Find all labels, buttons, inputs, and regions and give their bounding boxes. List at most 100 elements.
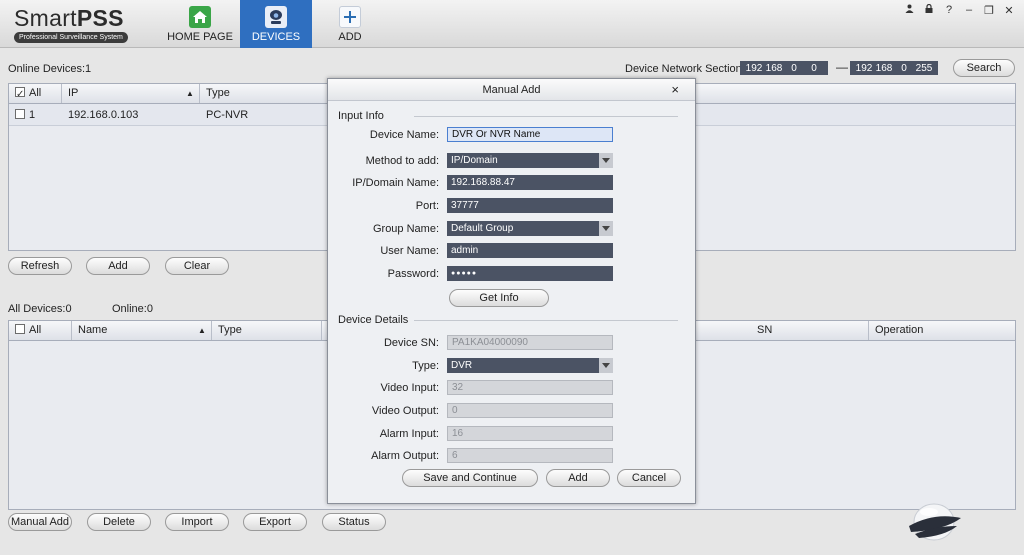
column-name[interactable]: Name ▲ — [72, 321, 212, 340]
sort-asc-icon: ▲ — [198, 326, 206, 335]
chevron-down-icon[interactable] — [599, 221, 613, 236]
lock-icon[interactable] — [924, 3, 934, 17]
column-all[interactable]: All — [9, 84, 62, 104]
video-output-field: 0 — [447, 403, 613, 418]
dialog-title-bar: Manual Add × — [328, 79, 695, 101]
tab-home-page[interactable]: HOME PAGE — [164, 0, 236, 48]
column-sn[interactable]: SN — [751, 321, 869, 340]
ip-end-octet: 192 — [855, 62, 873, 74]
network-section-label: Device Network Section: — [625, 63, 745, 75]
alarm-input-field: 16 — [447, 426, 613, 441]
tab-devices-label: DEVICES — [251, 31, 301, 43]
clear-button[interactable]: Clear — [165, 257, 229, 275]
row-checkbox[interactable] — [15, 109, 25, 119]
user-name-label: User Name: — [380, 245, 439, 257]
user-name-input[interactable]: admin — [447, 243, 613, 258]
tab-home-page-label: HOME PAGE — [167, 31, 233, 43]
delete-button[interactable]: Delete — [87, 513, 151, 531]
video-output-label: Video Output: — [371, 405, 439, 417]
manual-add-button[interactable]: Manual Add — [8, 513, 72, 531]
type-select: DVR — [447, 358, 613, 373]
online-devices-count: Online Devices:1 — [8, 63, 92, 75]
method-label: Method to add: — [365, 155, 439, 167]
window-controls: ? – ❐ ✕ — [904, 3, 1014, 17]
password-input[interactable]: ●●●●● — [447, 266, 613, 281]
ip-domain-label: IP/Domain Name: — [352, 177, 439, 189]
app-logo: SmartPSS Professional Surveillance Syste… — [14, 6, 146, 43]
camera-icon — [265, 6, 287, 28]
ip-start-octet: 168 — [765, 62, 783, 74]
column-operation[interactable]: Operation — [869, 321, 1015, 340]
port-input[interactable]: 37777 — [447, 198, 613, 213]
restore-icon[interactable]: ❐ — [984, 4, 994, 17]
ip-end-octet: 0 — [901, 62, 907, 74]
close-icon[interactable]: ✕ — [1004, 4, 1014, 17]
export-button[interactable]: Export — [243, 513, 307, 531]
ip-start-input[interactable]: 192 168 0 0 — [740, 61, 828, 75]
import-button[interactable]: Import — [165, 513, 229, 531]
help-icon[interactable]: ? — [944, 4, 954, 17]
select-all-checkbox[interactable] — [15, 85, 25, 104]
ip-start-octet: 192 — [745, 62, 763, 74]
video-input-field: 32 — [447, 380, 613, 395]
device-name-label: Device Name: — [369, 129, 439, 141]
tab-devices[interactable]: DEVICES — [240, 0, 312, 48]
add-button[interactable]: Add — [86, 257, 150, 275]
search-button[interactable]: Search — [953, 59, 1015, 77]
section-divider — [414, 116, 678, 117]
get-info-button[interactable]: Get Info — [449, 289, 549, 307]
app-header: SmartPSS Professional Surveillance Syste… — [0, 0, 1024, 48]
sort-asc-icon: ▲ — [186, 89, 194, 98]
group-name-select[interactable]: Default Group — [447, 221, 613, 236]
chevron-down-icon[interactable] — [599, 153, 613, 168]
section-divider — [414, 320, 678, 321]
type-label: Type: — [412, 360, 439, 372]
device-name-input[interactable]: DVR Or NVR Name — [447, 127, 613, 142]
manual-add-dialog: Manual Add × Input Info Device Name: DVR… — [327, 78, 696, 504]
alarm-output-field: 6 — [447, 448, 613, 463]
device-sn-field: PA1KA04000090 — [447, 335, 613, 350]
status-button[interactable]: Status — [322, 513, 386, 531]
device-sn-label: Device SN: — [383, 337, 439, 349]
minimize-icon[interactable]: – — [964, 4, 974, 17]
tab-add-label: ADD — [338, 31, 362, 43]
select-all-checkbox[interactable] — [15, 324, 25, 334]
group-name-label: Group Name: — [372, 223, 439, 235]
user-icon[interactable] — [904, 4, 914, 17]
ip-end-octet: 168 — [875, 62, 893, 74]
close-icon[interactable]: × — [671, 79, 679, 101]
ip-end-octet: 255 — [915, 62, 933, 74]
plus-icon — [339, 6, 361, 28]
refresh-button[interactable]: Refresh — [8, 257, 72, 275]
video-input-label: Video Input: — [380, 382, 439, 394]
row-index: 1 — [9, 104, 35, 126]
row-ip: 192.168.0.103 — [68, 109, 139, 121]
chevron-down-icon — [599, 358, 613, 373]
ip-end-input[interactable]: 192 168 0 255 — [850, 61, 938, 75]
logo-title: SmartPSS — [14, 5, 124, 31]
port-label: Port: — [415, 200, 439, 212]
ip-start-octet: 0 — [791, 62, 797, 74]
password-label: Password: — [387, 268, 439, 280]
dialog-add-button[interactable]: Add — [546, 469, 610, 487]
home-icon — [189, 6, 211, 28]
ip-range-dash: — — [836, 60, 848, 74]
column-type[interactable]: Type — [212, 321, 322, 340]
alarm-input-label: Alarm Input: — [379, 428, 439, 440]
method-select[interactable]: IP/Domain — [447, 153, 613, 168]
column-ip[interactable]: IP ▲ — [62, 84, 200, 103]
online-count: Online:0 — [112, 303, 153, 315]
input-info-heading: Input Info — [338, 110, 384, 122]
column-type[interactable]: Type — [200, 84, 340, 103]
column-all[interactable]: All — [9, 321, 72, 340]
save-and-continue-button[interactable]: Save and Continue — [402, 469, 538, 487]
globe-logo-icon — [905, 500, 963, 544]
alarm-output-label: Alarm Output: — [371, 450, 439, 462]
row-type: PC-NVR — [206, 109, 249, 121]
all-devices-count: All Devices:0 — [8, 303, 72, 315]
ip-start-octet: 0 — [811, 62, 817, 74]
tab-add[interactable]: ADD — [314, 0, 386, 48]
logo-subtitle: Professional Surveillance System — [14, 32, 128, 43]
cancel-button[interactable]: Cancel — [617, 469, 681, 487]
ip-domain-input[interactable]: 192.168.88.47 — [447, 175, 613, 190]
